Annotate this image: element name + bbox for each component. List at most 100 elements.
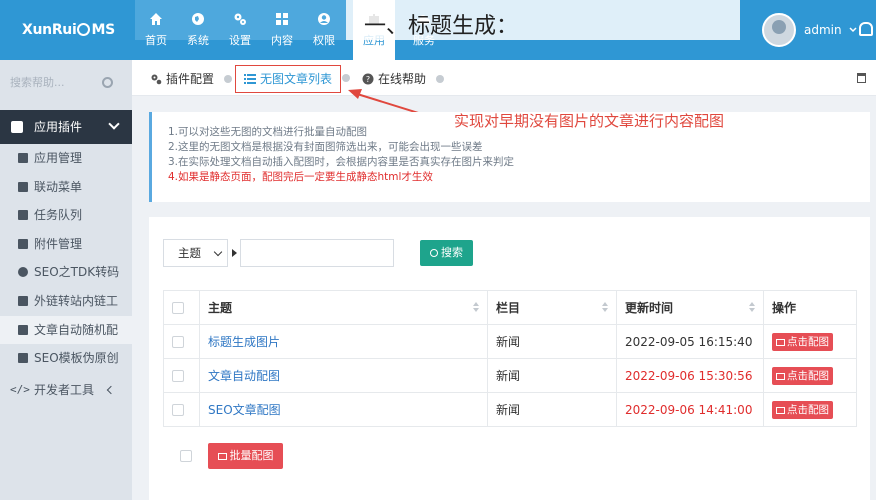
bell-icon[interactable] — [859, 22, 873, 36]
chevron-down-icon — [108, 118, 120, 130]
gears-icon — [234, 13, 246, 25]
row-checkbox[interactable] — [172, 336, 184, 348]
sidebar-item-dev-tools[interactable]: </> 开发者工具 — [0, 376, 132, 404]
sidebar-item-task-queue[interactable]: 任务队列 — [0, 201, 132, 230]
sidebar-item-label: 应用管理 — [34, 151, 83, 165]
logo[interactable]: XunRui MS — [0, 0, 135, 60]
keyword-input[interactable] — [240, 239, 394, 267]
sort-icon — [473, 302, 479, 312]
nav-label: 权限 — [313, 34, 335, 47]
batch-image-label: 批量配图 — [229, 449, 274, 462]
select-all-cell — [163, 290, 200, 325]
image-icon — [776, 406, 785, 414]
svg-text:?: ? — [366, 75, 370, 84]
nav-item-content[interactable]: 内容 — [261, 0, 303, 60]
article-title-link[interactable]: 文章自动配图 — [199, 358, 488, 393]
nav-label: 设置 — [229, 34, 251, 47]
user-menu[interactable]: admin — [762, 12, 858, 48]
search-button-label: 搜索 — [441, 246, 463, 259]
select-all-checkbox[interactable] — [172, 302, 184, 314]
notice-line: 2.这里的无图文档是根据没有封面图筛选出来，可能会出现一些误差 — [168, 141, 483, 153]
list-icon — [18, 210, 28, 221]
table-row: SEO文章配图 新闻 2022-09-06 14:41:00 点击配图 — [163, 392, 857, 427]
column-header-time[interactable]: 更新时间 — [616, 290, 764, 325]
sidebar-item-seo-tdk[interactable]: SEO之TDK转码 — [0, 258, 132, 287]
sidebar-item-label: 附件管理 — [34, 236, 83, 251]
columns-icon — [18, 181, 28, 192]
nav-item-settings[interactable]: 设置 — [219, 0, 261, 60]
sort-icon — [602, 302, 608, 312]
row-actions: 点击配图 — [763, 392, 857, 427]
sidebar-item-attachments[interactable]: 附件管理 — [0, 230, 132, 259]
sidebar-item-auto-image[interactable]: 文章自动随机配 — [0, 315, 132, 345]
image-icon — [776, 338, 785, 346]
sidebar-item-seo-template[interactable]: SEO模板伪原创 — [0, 344, 132, 373]
nav-item-permissions[interactable]: 权限 — [303, 0, 345, 60]
row-actions: 点击配图 — [763, 358, 857, 393]
tab-label: 在线帮助 — [378, 72, 427, 86]
tab-bar: 插件配置 无图文章列表 ? 在线帮助 — [132, 60, 876, 96]
article-title-link[interactable]: SEO文章配图 — [199, 392, 488, 427]
tab-label: 无图文章列表 — [260, 72, 333, 86]
add-image-label: 点击配图 — [787, 403, 829, 416]
batch-image-button[interactable]: 批量配图 — [208, 443, 283, 469]
chevron-down-icon — [849, 27, 857, 33]
footer-select-all-checkbox[interactable] — [180, 450, 192, 462]
sidebar-item-external-links[interactable]: 外链转站内链工 — [0, 287, 132, 316]
tab-plugin-config[interactable]: 插件配置 — [150, 70, 233, 88]
article-category: 新闻 — [487, 392, 617, 427]
logo-text-suffix: MS — [91, 22, 115, 38]
add-image-button[interactable]: 点击配图 — [772, 332, 833, 351]
support-icon — [18, 267, 28, 278]
puzzle-icon — [11, 121, 23, 133]
user-icon — [318, 13, 330, 25]
column-header-category[interactable]: 栏目 — [487, 290, 617, 325]
field-select[interactable]: 主题 — [163, 239, 228, 267]
search-icon[interactable] — [102, 77, 113, 88]
row-select-cell — [163, 324, 200, 359]
row-checkbox[interactable] — [172, 404, 184, 416]
add-image-button[interactable]: 点击配图 — [772, 400, 833, 419]
row-select-cell — [163, 392, 200, 427]
row-checkbox[interactable] — [172, 370, 184, 382]
sidebar-section-apps[interactable]: 应用插件 — [0, 110, 132, 144]
nav-label: 内容 — [271, 34, 293, 47]
cogs-icon — [151, 74, 162, 85]
notice-line-warning: 4.如果是静态页面，配图完后一定要生成静态html才生效 — [168, 171, 433, 183]
tab-no-image-list[interactable]: 无图文章列表 — [235, 65, 342, 93]
trash-icon[interactable] — [857, 73, 866, 83]
sidebar-item-label: 外链转站内链工 — [34, 293, 119, 308]
nav-item-home[interactable]: 首页 — [135, 0, 177, 60]
add-image-button[interactable]: 点击配图 — [772, 366, 833, 385]
column-header-label: 主题 — [208, 301, 233, 315]
nav-label: 首页 — [145, 34, 167, 47]
notice-line: 3.在实际处理文档自动插入配图时，会根据内容里是否真实存在图片来判定 — [168, 156, 515, 168]
user-name: admin — [804, 23, 842, 37]
search-button[interactable]: 搜索 — [420, 240, 473, 266]
row-actions: 点击配图 — [763, 324, 857, 359]
article-category: 新闻 — [487, 324, 617, 359]
sidebar-section-label: 应用插件 — [34, 120, 83, 134]
image-icon — [217, 453, 227, 460]
list-icon — [244, 74, 256, 84]
field-select-value: 主题 — [178, 246, 201, 260]
sidebar-item-label: 开发者工具 — [34, 383, 95, 397]
chevron-left-icon — [106, 385, 116, 395]
image-icon — [18, 324, 28, 335]
folder-icon — [18, 153, 28, 163]
article-title-link[interactable]: 标题生成图片 — [199, 324, 488, 359]
logo-mark — [77, 23, 91, 36]
tab-dot — [342, 74, 350, 82]
column-header-title[interactable]: 主题 — [199, 290, 488, 325]
nav-label: 系统 — [187, 34, 209, 47]
nav-item-system[interactable]: 系统 — [177, 0, 219, 60]
home-icon — [150, 13, 162, 25]
column-header-label: 栏目 — [496, 301, 521, 315]
search-input[interactable]: 搜索帮助... — [10, 72, 100, 94]
search-icon — [430, 249, 438, 257]
sidebar-item-linkage-menu[interactable]: 联动菜单 — [0, 173, 132, 202]
sidebar-item-app-manage[interactable]: 应用管理 — [0, 144, 132, 173]
avatar — [762, 13, 796, 47]
caret-right-icon — [232, 249, 237, 257]
sidebar-item-label: SEO模板伪原创 — [34, 351, 119, 366]
